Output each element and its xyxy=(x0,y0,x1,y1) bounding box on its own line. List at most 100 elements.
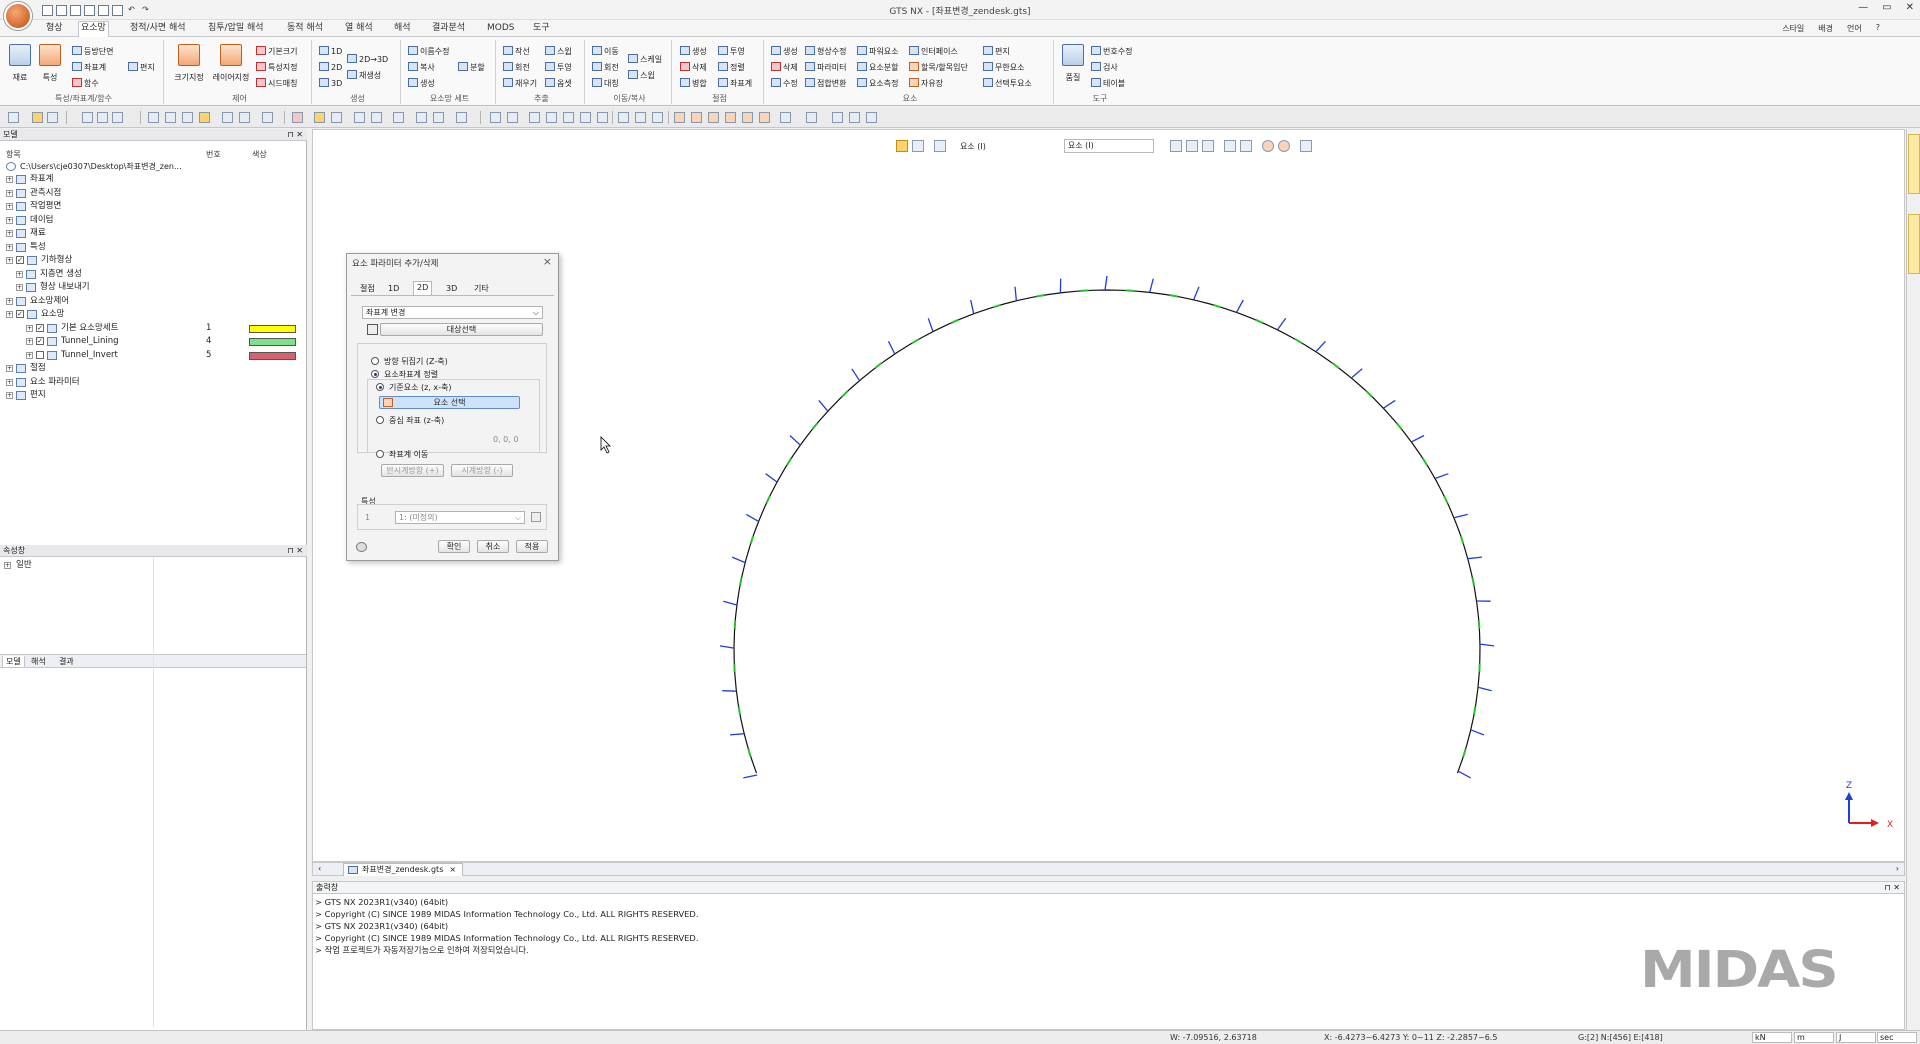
language-menu[interactable]: 언어 xyxy=(1847,23,1862,34)
tree-item[interactable]: + 편지 xyxy=(0,389,306,402)
snap-icon[interactable] xyxy=(165,112,176,123)
color-swatch[interactable] xyxy=(249,351,296,360)
select-line-icon[interactable] xyxy=(354,112,365,123)
element-edit-button[interactable]: 편지 xyxy=(983,46,1010,57)
side-tab-2[interactable] xyxy=(1908,214,1920,274)
target-select-button[interactable]: 대상선택 xyxy=(380,323,543,336)
expand-icon[interactable]: + xyxy=(6,297,13,305)
visibility-checkbox[interactable]: ✓ xyxy=(36,323,44,332)
visibility-checkbox[interactable]: ✓ xyxy=(36,337,44,345)
view-bottom-icon[interactable] xyxy=(759,112,770,123)
coord-icon[interactable] xyxy=(222,112,233,123)
align-coord-radio[interactable] xyxy=(371,370,379,378)
mesh-2d-to-3d-button[interactable]: 2D→3D xyxy=(347,54,388,64)
select-prev-icon[interactable] xyxy=(1185,140,1198,152)
base-size-button[interactable]: 기본크기 xyxy=(256,46,297,57)
interface-button[interactable]: 인터페이스 xyxy=(909,46,958,57)
element-parameter-button[interactable]: 파라미터 xyxy=(805,62,846,73)
apply-button[interactable]: 적용 xyxy=(516,540,548,553)
size-control-button[interactable]: 크기지정 xyxy=(174,44,204,83)
tree-item[interactable]: + Tunnel_Invert 5 xyxy=(0,349,306,362)
view-split-icon[interactable] xyxy=(635,112,646,123)
tab-results-panel[interactable]: 결과 xyxy=(56,656,77,667)
check-button[interactable]: 검사 xyxy=(1091,62,1118,73)
function-button[interactable]: 함수 xyxy=(72,78,99,89)
select-mode-icon[interactable] xyxy=(8,112,19,123)
zoom-icon[interactable] xyxy=(490,112,501,123)
tree-item[interactable]: + ✓ 기하형상 xyxy=(0,254,306,267)
unit-energy-select[interactable]: J xyxy=(1836,1032,1876,1043)
isotropic-section-button[interactable]: 등방단면 xyxy=(72,46,113,57)
extract-project-button[interactable]: 투영 xyxy=(545,62,572,73)
tree-item[interactable]: + 작업평면 xyxy=(0,200,306,213)
property-edit-icon[interactable] xyxy=(531,512,541,522)
list-icon[interactable] xyxy=(433,112,444,123)
center-coord-radio[interactable] xyxy=(376,416,384,424)
minimize-button[interactable]: — xyxy=(1858,2,1868,13)
query-icon[interactable] xyxy=(393,112,404,123)
unit-force-select[interactable]: kN xyxy=(1752,1032,1792,1043)
help-icon[interactable]: ? xyxy=(1876,23,1880,34)
tab-scroll-right-icon[interactable]: › xyxy=(1896,864,1899,873)
help-dialog-icon[interactable] xyxy=(356,542,367,552)
table-button[interactable]: 테이블 xyxy=(1091,78,1125,89)
display-icon[interactable] xyxy=(866,112,877,123)
expand-icon[interactable]: + xyxy=(26,338,33,345)
layer-control-button[interactable]: 레이어지정 xyxy=(212,44,250,83)
rotate-button[interactable]: 회전 xyxy=(592,62,619,73)
mirror-button[interactable]: 대칭 xyxy=(592,78,619,89)
select-lasso-icon[interactable] xyxy=(912,140,924,152)
tree-item[interactable]: + 요소 파라미터 xyxy=(0,376,306,389)
material-button[interactable]: 재료 xyxy=(8,44,32,83)
view-left-icon[interactable] xyxy=(708,112,719,123)
zoom-out-icon[interactable] xyxy=(546,112,557,123)
tab-geometry[interactable]: 형상 xyxy=(44,22,65,36)
quality-button[interactable]: 품질 xyxy=(1061,44,1085,83)
visibility-checkbox[interactable] xyxy=(36,350,44,359)
mesh-3d-button[interactable]: 3D xyxy=(319,78,342,88)
expand-icon[interactable]: + xyxy=(6,216,13,224)
ccw-button[interactable]: 반시계방향 (+) xyxy=(381,464,444,477)
tree-item[interactable]: + 데이텀 xyxy=(0,214,306,227)
view-top-icon[interactable] xyxy=(742,112,753,123)
export-icon[interactable] xyxy=(112,4,123,16)
tree-item[interactable]: + 좌표계 xyxy=(0,173,306,186)
select-face-icon[interactable] xyxy=(371,112,382,123)
undo-icon[interactable]: ↶ xyxy=(126,5,137,16)
flip-direction-radio[interactable] xyxy=(371,357,379,365)
rotate-view-icon[interactable] xyxy=(563,112,574,123)
coordinate-system-button[interactable]: 좌표계 xyxy=(72,62,106,73)
unit-time-select[interactable]: sec xyxy=(1877,1032,1917,1043)
dialog-tab-1d[interactable]: 1D xyxy=(385,283,402,295)
tree-item[interactable]: + 절점 xyxy=(0,362,306,375)
split-set-button[interactable]: 분할 xyxy=(458,62,485,73)
interface-edit-button[interactable]: 편지 xyxy=(128,62,155,73)
regenerate-button[interactable]: 재생성 xyxy=(347,70,381,81)
dialog-tab-3d[interactable]: 3D xyxy=(443,283,460,295)
ucs-icon[interactable] xyxy=(239,112,250,123)
expand-icon[interactable]: + xyxy=(6,189,13,197)
node-delete-button[interactable]: 삭제 xyxy=(680,62,707,73)
tree-item[interactable]: + 특성 xyxy=(0,241,306,254)
hash-icon[interactable] xyxy=(262,112,273,123)
expand-icon[interactable]: + xyxy=(26,324,33,332)
tab-analysis[interactable]: 해석 xyxy=(392,22,413,36)
side-tab-1[interactable] xyxy=(1908,134,1920,194)
zoom-fit-icon[interactable] xyxy=(507,112,518,123)
copy-button[interactable]: 복사 xyxy=(408,62,435,73)
open-file-icon[interactable] xyxy=(56,4,67,16)
expand-icon[interactable]: + xyxy=(6,365,13,372)
visibility-checkbox[interactable]: ✓ xyxy=(16,256,24,264)
tab-analysis-panel[interactable]: 해석 xyxy=(28,656,49,667)
property-dropdown[interactable]: 1: (미정의) ⌵ xyxy=(395,511,525,524)
render-icon[interactable] xyxy=(806,112,817,123)
dialog-close-icon[interactable]: × xyxy=(543,255,552,268)
tab-tools[interactable]: 도구 xyxy=(531,22,552,36)
expand-icon[interactable]: + xyxy=(6,176,13,183)
tree-item[interactable]: + 형상 내보내기 xyxy=(0,281,306,294)
pan-icon[interactable] xyxy=(597,112,608,123)
view-axis-icon[interactable] xyxy=(652,112,663,123)
clear-selection-icon[interactable] xyxy=(1223,140,1236,152)
expand-icon[interactable]: + xyxy=(6,230,13,237)
tab-mods[interactable]: MODS xyxy=(485,22,517,36)
